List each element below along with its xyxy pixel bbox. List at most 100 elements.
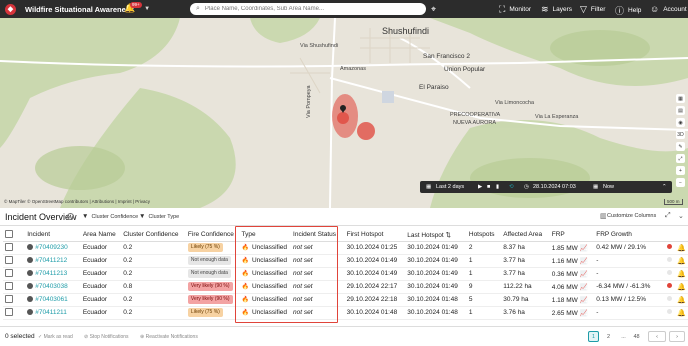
col-cluster-confidence[interactable]: Cluster Confidence bbox=[121, 229, 186, 242]
bell-icon[interactable]: 🔔 bbox=[677, 271, 686, 278]
info-icon[interactable]: i bbox=[67, 213, 74, 220]
chevron-down-icon[interactable]: ⌄ bbox=[678, 212, 684, 220]
row-checkbox[interactable] bbox=[5, 294, 13, 303]
chevron-up-icon[interactable]: ⌃ bbox=[662, 184, 667, 190]
type-cell[interactable]: 🔥 Unclassified bbox=[239, 254, 292, 268]
chart-icon[interactable]: 📈 bbox=[580, 297, 588, 304]
incident-link[interactable]: #70411211 bbox=[35, 309, 67, 316]
app-logo[interactable]: ◆ bbox=[5, 3, 16, 15]
chart-icon[interactable]: 📈 bbox=[580, 284, 588, 291]
chart-icon[interactable]: 📈 bbox=[580, 245, 588, 252]
col-frp[interactable]: FRP bbox=[549, 229, 595, 242]
nav-account[interactable]: ☺ Account bbox=[650, 4, 687, 14]
map-view[interactable]: Shushufindi San Francisco 2 Union Popula… bbox=[0, 18, 688, 208]
incident-link[interactable]: #70403038 bbox=[35, 283, 68, 290]
map-tool-expand[interactable]: ⤢ bbox=[676, 154, 685, 163]
nav-monitor[interactable]: ⛶ Monitor bbox=[499, 4, 531, 15]
col-area[interactable]: Area Name bbox=[80, 229, 122, 242]
incident-status-cell[interactable]: not set bbox=[291, 280, 345, 294]
col-affected-area[interactable]: Affected Area bbox=[501, 229, 550, 242]
map-attribution[interactable]: © MapTiler © OpenStreetMap contributors … bbox=[4, 199, 150, 204]
filter-cluster-confidence[interactable]: ▼ Cluster Confidence bbox=[82, 213, 138, 220]
col-incident[interactable]: Incident bbox=[25, 229, 81, 242]
chart-icon[interactable]: 📈 bbox=[580, 258, 588, 265]
bell-icon[interactable]: 🔔 bbox=[677, 245, 686, 252]
incident-link[interactable]: #70411212 bbox=[35, 257, 67, 264]
table-row[interactable]: #70409230 Ecuador 0.2 Likely (75 %) 🔥 Unclass… bbox=[3, 241, 688, 255]
row-checkbox[interactable] bbox=[5, 281, 13, 290]
chart-icon[interactable]: 📈 bbox=[580, 271, 588, 278]
incident-link[interactable]: #70403061 bbox=[35, 296, 68, 303]
map-tool-3d[interactable]: 3D bbox=[676, 130, 685, 139]
page-1-button[interactable]: 1 bbox=[588, 331, 599, 342]
bell-icon[interactable]: 🔔 bbox=[677, 258, 686, 265]
nav-filter[interactable]: ▽ Filter bbox=[580, 4, 605, 15]
incident-status-cell[interactable]: not set bbox=[291, 254, 345, 268]
incident-link[interactable]: #70409230 bbox=[35, 244, 68, 251]
select-all-checkbox[interactable] bbox=[5, 229, 13, 238]
customize-columns-button[interactable]: Customize Columns bbox=[607, 213, 656, 219]
stop-notifications-button[interactable]: ⊘ Stop Notifications bbox=[84, 334, 129, 340]
table-row[interactable]: #70411212 Ecuador 0.2 Not enough data 🔥 Uncla… bbox=[3, 254, 688, 268]
incident-status-cell[interactable]: not set bbox=[291, 267, 345, 281]
cluster-confidence-cell: 0.2 bbox=[121, 267, 186, 281]
zoom-in-button[interactable]: + bbox=[676, 166, 685, 175]
row-checkbox[interactable] bbox=[5, 255, 13, 264]
reactivate-notifications-button[interactable]: ⊕ Reactivate Notifications bbox=[140, 334, 198, 340]
expand-icon[interactable]: ⤢ bbox=[665, 212, 671, 220]
prev-page-button[interactable]: ‹ bbox=[648, 331, 666, 342]
nav-layers[interactable]: ≋ Layers bbox=[541, 4, 572, 15]
chart-icon[interactable]: 📈 bbox=[580, 310, 588, 317]
row-checkbox[interactable] bbox=[5, 242, 13, 251]
page-2-button[interactable]: 2 bbox=[603, 331, 614, 342]
type-cell[interactable]: 🔥 Unclassified bbox=[239, 306, 292, 320]
table-row[interactable]: #70403061 Ecuador 0.2 Very likely (90 %) 🔥 Un… bbox=[3, 293, 688, 307]
bell-icon[interactable]: 🔔 bbox=[677, 297, 686, 304]
col-type[interactable]: Type bbox=[239, 229, 292, 242]
filter-cluster-type[interactable]: ▼ Cluster Type bbox=[139, 213, 179, 220]
app-title[interactable]: Wildfire Situational Awareness bbox=[25, 5, 134, 14]
col-first-hotspot[interactable]: First Hotspot bbox=[344, 229, 406, 242]
col-fire-confidence[interactable]: Fire Confidence bbox=[185, 229, 240, 242]
bell-icon[interactable]: 🔔 bbox=[677, 310, 686, 317]
type-cell[interactable]: 🔥 Unclassified bbox=[239, 280, 292, 294]
locate-icon[interactable]: ⌖ bbox=[431, 4, 436, 15]
table-row[interactable]: #70411211 Ecuador 0.2 Likely (75 %) 🔥 Unclass… bbox=[3, 306, 688, 320]
incident-status-cell[interactable]: not set bbox=[291, 306, 345, 320]
calendar-icon[interactable]: ▦ bbox=[426, 184, 431, 190]
type-cell[interactable]: 🔥 Unclassified bbox=[239, 267, 292, 281]
now-button[interactable]: Now bbox=[603, 184, 614, 190]
chevron-down-icon[interactable]: ▼ bbox=[144, 6, 150, 12]
col-last-hotspot[interactable]: Last Hotspot ⇅ bbox=[405, 229, 467, 242]
row-checkbox[interactable] bbox=[5, 268, 13, 277]
nav-help[interactable]: ⓘ Help bbox=[615, 4, 641, 17]
table-row[interactable]: #70403038 Ecuador 0.8 Very likely (90 %) 🔥 Un… bbox=[3, 280, 688, 294]
stop-icon[interactable]: ■ bbox=[487, 184, 490, 190]
loop-icon[interactable]: ⟲ bbox=[509, 184, 514, 190]
page-48-button[interactable]: 48 bbox=[631, 331, 642, 342]
row-checkbox[interactable] bbox=[5, 307, 13, 316]
search-input[interactable] bbox=[204, 6, 405, 12]
col-hotspots[interactable]: Hotspots bbox=[466, 229, 502, 242]
time-range[interactable]: Last 2 days bbox=[436, 184, 464, 190]
search-box[interactable]: ⌕ bbox=[190, 3, 426, 15]
type-cell[interactable]: 🔥 Unclassified bbox=[239, 293, 292, 307]
bell-icon[interactable]: 🔔 bbox=[677, 284, 686, 291]
map-tool-grid[interactable]: ▤ bbox=[676, 106, 685, 115]
incident-status-cell[interactable]: not set bbox=[291, 293, 345, 307]
zoom-out-button[interactable]: − bbox=[676, 178, 685, 187]
map-tool-layers[interactable]: ▦ bbox=[676, 94, 685, 103]
cluster-confidence-cell: 0.2 bbox=[121, 241, 186, 255]
type-cell[interactable]: 🔥 Unclassified bbox=[239, 241, 292, 255]
mark-read-button[interactable]: ✓ Mark as read bbox=[38, 334, 73, 340]
incident-link[interactable]: #70411213 bbox=[35, 270, 67, 277]
next-page-button[interactable]: › bbox=[669, 331, 685, 342]
incident-status-cell[interactable]: not set bbox=[291, 241, 345, 255]
table-row[interactable]: #70411213 Ecuador 0.2 Not enough data 🔥 Uncla… bbox=[3, 267, 688, 281]
col-frp-growth[interactable]: FRP Growth bbox=[594, 229, 665, 242]
map-tool-draw[interactable]: ✎ bbox=[676, 142, 685, 151]
video-icon[interactable]: ▮ bbox=[496, 184, 499, 190]
play-icon[interactable]: ▶ bbox=[478, 184, 482, 190]
col-incident-status[interactable]: Incident Status bbox=[291, 229, 345, 242]
map-tool-camera[interactable]: ◉ bbox=[676, 118, 685, 127]
